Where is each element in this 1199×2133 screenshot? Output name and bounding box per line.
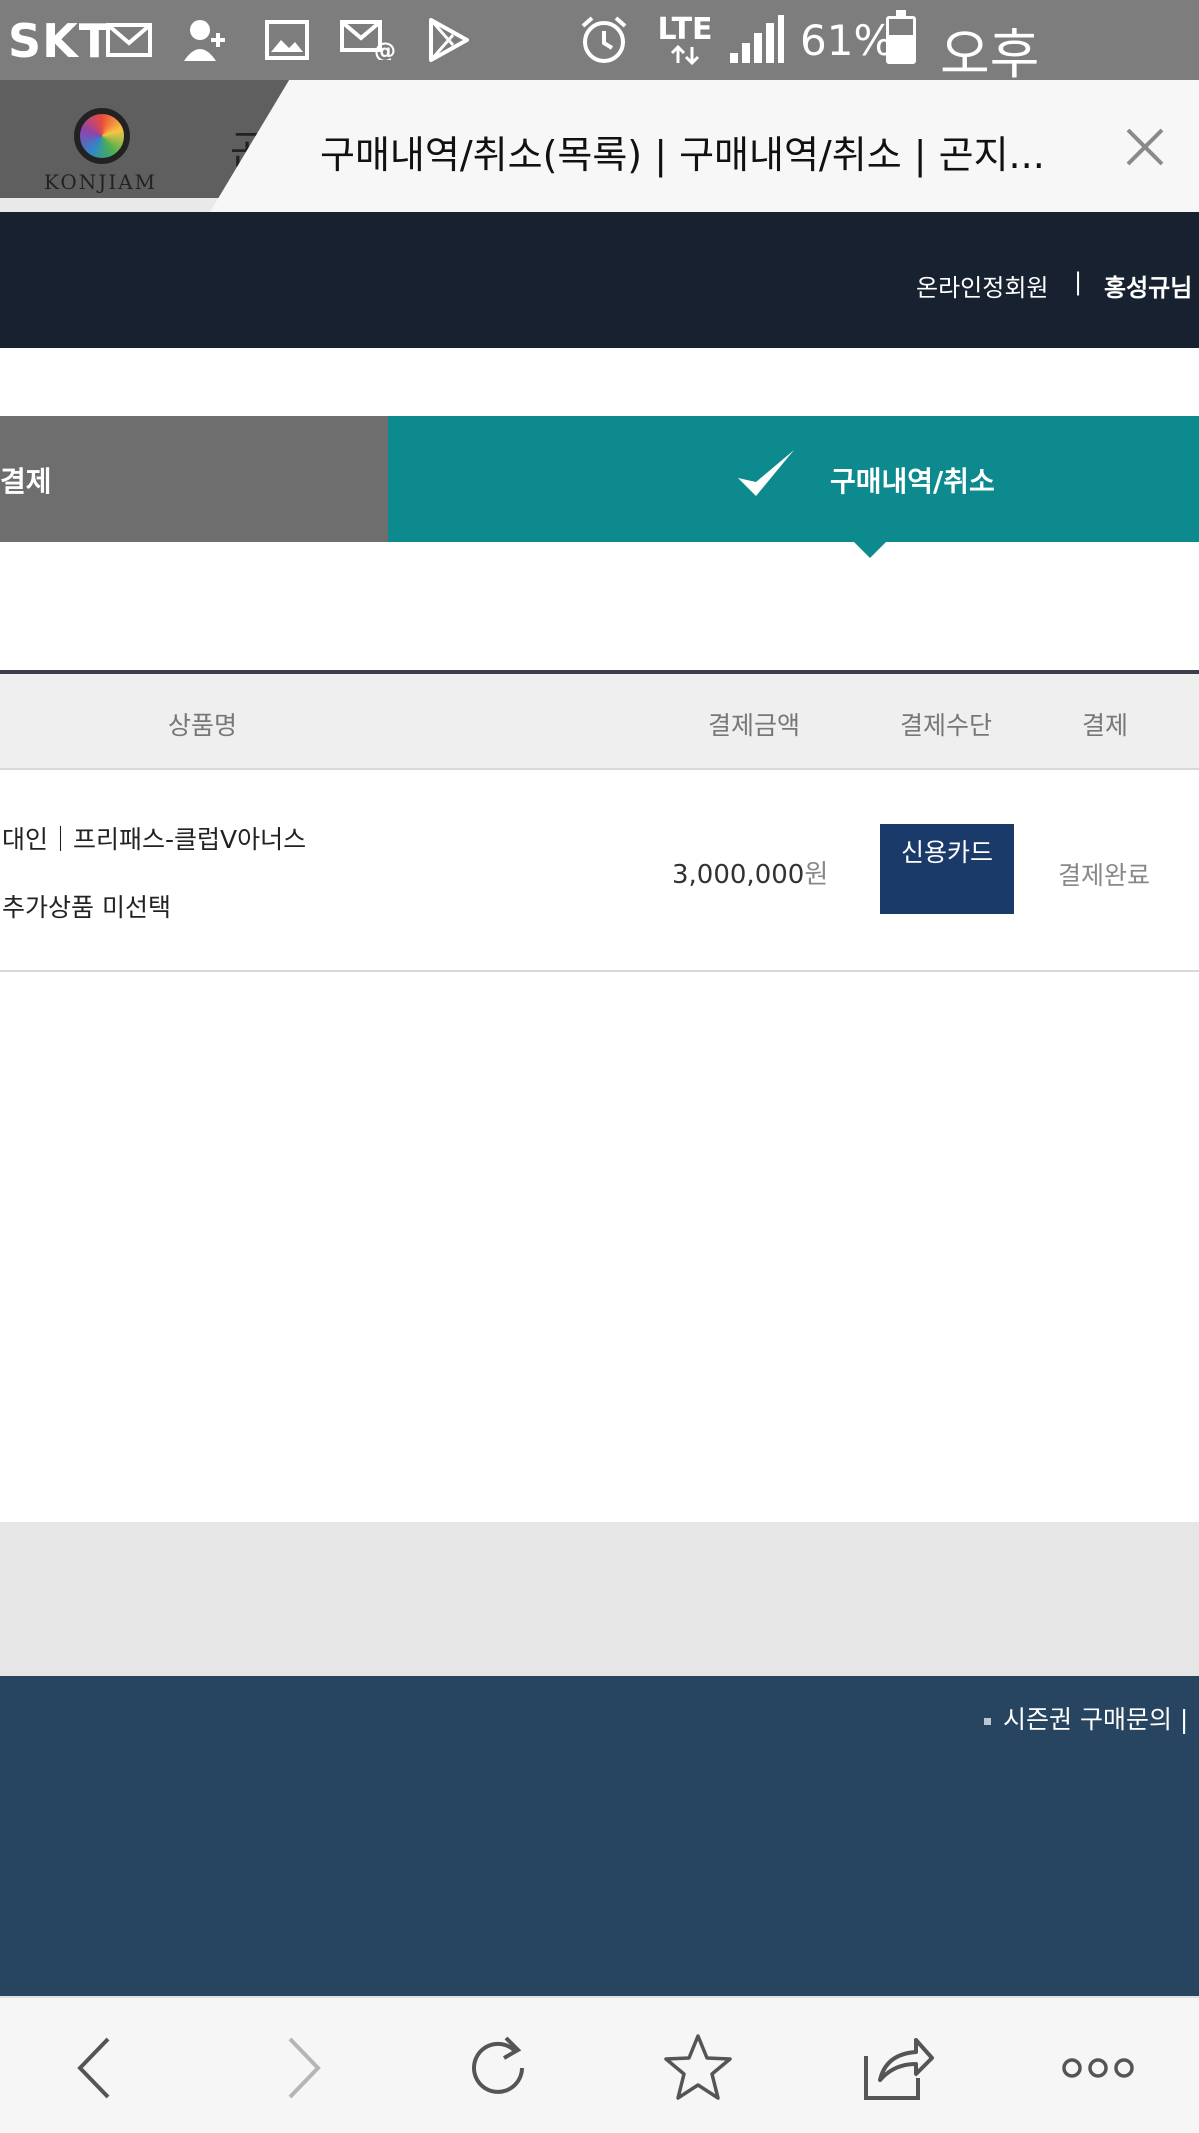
footer-link-label: 시즌권 구매문의 |	[1003, 1705, 1189, 1734]
table-row: 대인｜프리패스-클럽V아너스 추가상품 미선택 3,000,000원 신용카드 …	[0, 772, 1199, 972]
mail-notification-icon	[104, 12, 154, 68]
site-footer: 시즌권 구매문의 |	[0, 1676, 1199, 1996]
konjiam-logo-icon	[74, 108, 130, 164]
step-payment-label: 결제	[0, 465, 52, 498]
header-product: 상품명	[168, 711, 238, 740]
back-icon[interactable]	[56, 2028, 136, 2108]
add-contact-icon	[180, 12, 230, 68]
bookmark-icon[interactable]	[658, 2028, 738, 2108]
browser-tab-strip: KONJIAM 곤 구매내역/취소(목록) | 구매내역/취소 | 곤지...	[0, 80, 1199, 212]
amount-value: 3,000,000	[672, 860, 805, 890]
gallery-icon	[262, 12, 312, 68]
header-method: 결제수단	[900, 711, 993, 740]
active-tab-title: 구매내역/취소(목록) | 구매내역/취소 | 곤지...	[320, 133, 1045, 177]
header-status: 결제	[1082, 711, 1129, 740]
season-ticket-inquiry-link[interactable]: 시즌권 구매문의 |	[984, 1700, 1188, 1736]
forward-icon[interactable]	[262, 2028, 342, 2108]
amount-unit: 원	[804, 860, 829, 890]
payment-status: 결제완료	[1058, 861, 1151, 890]
product-name: 대인｜프리패스-클럽V아너스	[2, 825, 307, 854]
step-payment: 결제	[0, 416, 388, 542]
carrier-name: SKT	[8, 14, 112, 68]
payment-amount: 3,000,000원	[672, 854, 828, 891]
active-tab[interactable]: 구매내역/취소(목록) | 구매내역/취소 | 곤지...	[210, 80, 1199, 212]
battery-percent: 61%	[800, 16, 894, 65]
play-store-icon	[424, 12, 474, 68]
step-purchase-history: 구매내역/취소	[388, 416, 1199, 542]
payment-method-button[interactable]: 신용카드	[880, 824, 1014, 914]
battery-level	[889, 35, 913, 61]
alarm-icon	[576, 12, 632, 68]
svg-text:@: @	[374, 39, 396, 60]
logo-text: KONJIAM	[44, 170, 158, 194]
network-type: LTE	[657, 12, 713, 47]
header-amount: 결제금액	[708, 711, 801, 740]
signal-icon	[724, 12, 790, 68]
product-option: 추가상품 미선택	[2, 893, 171, 922]
browser-bottom-bar	[0, 1996, 1199, 2133]
status-bar: SKT @ LTE 61% 오후 12:21	[0, 0, 1199, 152]
lte-icon: LTE	[654, 12, 716, 68]
table-header: 상품명 결제금액 결제수단 결제	[0, 674, 1199, 770]
site-header: 온라인정회원 | 홍성규님	[0, 212, 1199, 348]
checkmark-icon	[738, 450, 794, 496]
step-purchase-history-label: 구매내역/취소	[830, 465, 995, 498]
email-notification-icon: @	[338, 12, 398, 68]
bullet-icon	[984, 1717, 991, 1725]
user-name: 홍성규님	[1104, 274, 1193, 302]
more-icon[interactable]	[1058, 2028, 1138, 2108]
step-pointer	[854, 542, 886, 558]
close-tab-icon[interactable]	[1120, 122, 1170, 172]
member-type: 온라인정회원	[916, 274, 1049, 302]
header-separator: |	[1074, 268, 1083, 296]
share-icon[interactable]	[858, 2028, 938, 2108]
footer-gray-band	[0, 1522, 1199, 1676]
battery-icon	[886, 10, 916, 64]
refresh-icon[interactable]	[458, 2028, 538, 2108]
